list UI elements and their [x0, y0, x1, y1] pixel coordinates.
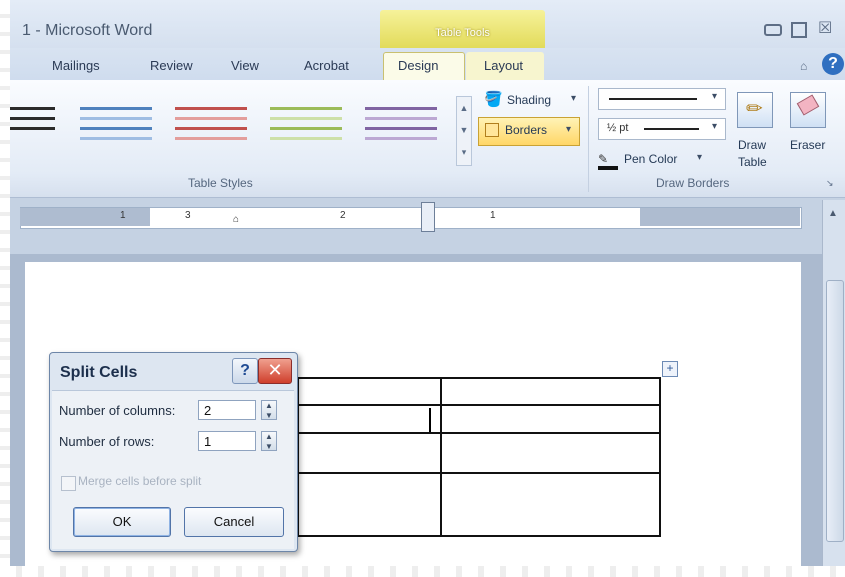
eraser-shape [796, 94, 820, 116]
dialog-help-button[interactable]: ? [232, 358, 258, 384]
table-tools-tab-group: Table Tools [380, 10, 545, 48]
table-style-4[interactable] [270, 100, 342, 150]
table-row-border [297, 472, 659, 474]
restore-icon[interactable] [791, 22, 807, 38]
eraser-label[interactable]: Eraser [790, 138, 825, 152]
dialog-launcher-icon[interactable]: ↘ [826, 178, 834, 189]
rows-label: Number of rows: [59, 434, 155, 449]
borders-icon [485, 123, 499, 137]
line-weight-sample [644, 128, 699, 130]
scrollbar-thumb[interactable] [826, 280, 844, 542]
merge-cells-checkbox[interactable] [61, 476, 76, 491]
scroll-up-icon[interactable]: ▲ [828, 208, 838, 219]
columns-label: Number of columns: [59, 403, 176, 418]
ruler-mark-1: 1 [120, 210, 126, 221]
torn-edge-left [0, 0, 10, 577]
columns-input[interactable]: 2 [198, 400, 256, 420]
table-move-handle[interactable]: + [662, 361, 678, 377]
table-style-3[interactable] [175, 100, 247, 150]
merge-cells-label: Merge cells before split [78, 474, 202, 488]
pen-color-dropdown-icon[interactable]: ▾ [697, 152, 702, 163]
column-marker[interactable] [421, 202, 435, 232]
borders-label: Borders [505, 123, 548, 137]
pen-color-button[interactable]: Pen Color [624, 152, 677, 166]
table-styles-group-label: Table Styles [188, 176, 253, 190]
columns-spinner[interactable]: ▲ ▼ [261, 400, 277, 420]
document-table[interactable] [297, 377, 661, 537]
shading-icon: 🪣 [484, 91, 503, 108]
tab-review[interactable]: Review [150, 58, 193, 73]
text-cursor [429, 408, 431, 432]
table-row-border [297, 404, 659, 406]
ok-button[interactable]: OK [73, 507, 171, 537]
table-row-border [297, 432, 659, 434]
ruler-margin-left [20, 208, 150, 226]
chevron-down-icon: ▾ [712, 121, 718, 132]
line-style-dropdown[interactable]: ▾ [598, 88, 726, 110]
table-column-border [440, 377, 442, 535]
line-style-sample [609, 98, 697, 100]
rows-spinner[interactable]: ▲ ▼ [261, 431, 277, 451]
dialog-close-button[interactable]: ✕ [258, 358, 292, 384]
chevron-down-icon: ▾ [712, 91, 718, 102]
indent-marker[interactable]: ⌂ [233, 214, 239, 225]
eraser-icon[interactable] [790, 92, 826, 128]
close-window-icon[interactable]: ☒ [818, 18, 832, 38]
table-style-1[interactable] [5, 100, 55, 150]
window-title: 1 - Microsoft Word [22, 22, 153, 39]
ribbon-separator [588, 86, 589, 192]
borders-dropdown-icon[interactable]: ▾ [566, 124, 571, 135]
tab-acrobat[interactable]: Acrobat [304, 58, 349, 73]
pen-color-icon: ✎ [598, 152, 618, 170]
table-tools-label: Table Tools [435, 27, 490, 39]
tab-design[interactable]: Design [398, 58, 438, 73]
line-weight-value: ½ pt [607, 122, 629, 134]
ruler-mark-2: 2 [340, 210, 346, 221]
draw-table-label-2[interactable]: Table [738, 155, 767, 169]
dialog-title: Split Cells [60, 364, 138, 381]
styles-gallery-scroll[interactable]: ▲ ▼ ▾ [456, 96, 472, 166]
ribbon-minimize-icon[interactable]: ⌂ [800, 59, 807, 73]
help-icon[interactable]: ? [822, 53, 844, 75]
draw-table-label-1[interactable]: Draw [738, 138, 766, 152]
table-style-5[interactable] [365, 100, 437, 150]
cancel-button[interactable]: Cancel [184, 507, 284, 537]
rows-input[interactable]: 1 [198, 431, 256, 451]
tab-layout[interactable]: Layout [484, 58, 523, 73]
minimize-icon[interactable] [764, 24, 782, 36]
draw-table-icon[interactable]: ✏ [737, 92, 773, 128]
shading-dropdown-icon[interactable]: ▾ [571, 93, 576, 104]
ruler-mark-1b: 1 [490, 210, 496, 221]
ruler-mark-3: 3 [185, 210, 191, 221]
ruler-margin-right [640, 208, 800, 226]
torn-edge-bottom [0, 566, 845, 577]
tab-view[interactable]: View [231, 58, 259, 73]
tab-mailings[interactable]: Mailings [52, 58, 100, 73]
shading-button[interactable]: Shading [507, 93, 551, 107]
table-style-2[interactable] [80, 100, 152, 150]
draw-borders-group-label: Draw Borders [656, 176, 730, 190]
line-weight-dropdown[interactable]: ½ pt ▾ [598, 118, 726, 140]
pencil-icon: ✏ [746, 98, 763, 120]
